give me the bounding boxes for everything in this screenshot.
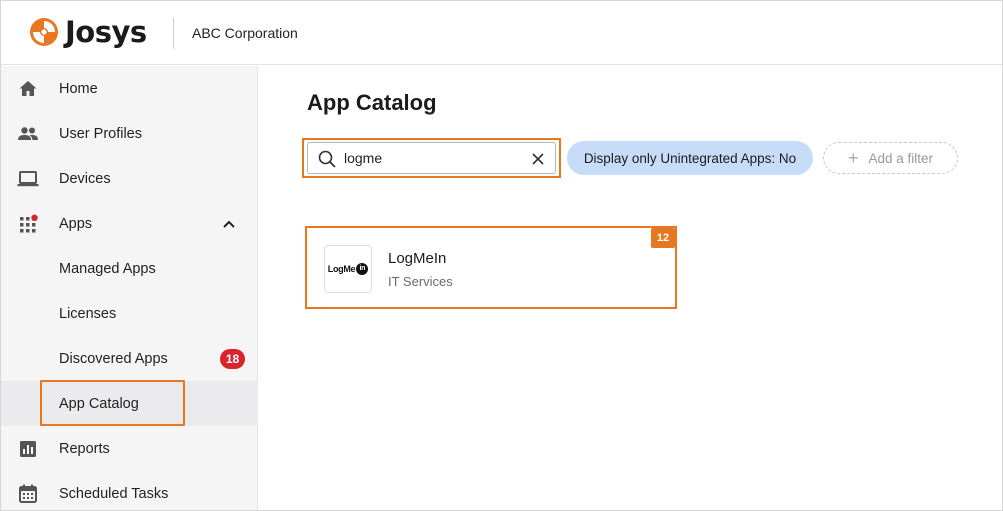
logmein-logo: LogMe in <box>324 245 372 293</box>
calendar-icon <box>17 483 39 505</box>
sidebar-item-licenses[interactable]: Licenses <box>1 291 258 336</box>
sidebar-item-label: Apps <box>59 215 93 232</box>
sidebar-item-label: Devices <box>59 170 111 187</box>
logo-in-badge: in <box>356 263 369 275</box>
josys-logo[interactable]: Josys <box>29 15 147 49</box>
sidebar-item-devices[interactable]: Devices <box>1 156 258 201</box>
top-header: Josys ABC Corporation <box>1 1 1002 65</box>
plus-icon: + <box>847 148 859 168</box>
sidebar-item-label: Scheduled Tasks <box>59 485 169 502</box>
josys-logo-icon <box>30 18 58 46</box>
people-icon <box>17 123 39 145</box>
app-category: IT Services <box>388 274 453 289</box>
logo-wordmark: LogMe <box>327 264 356 274</box>
sidebar-item-label: Licenses <box>59 305 117 322</box>
app-result-card[interactable]: LogMe in LogMeIn IT Services 12 <box>310 228 675 304</box>
sidebar-item-label: User Profiles <box>59 125 142 142</box>
search-box[interactable] <box>307 142 556 174</box>
add-filter-label: Add a filter <box>868 150 934 166</box>
sidebar-item-label: Home <box>59 80 98 97</box>
search-icon <box>318 150 336 168</box>
sidebar-item-home[interactable]: Home <box>1 66 258 111</box>
sidebar-item-label: App Catalog <box>59 395 139 412</box>
logo-text: Josys <box>65 15 147 49</box>
sidebar-item-apps[interactable]: Apps <box>1 201 258 246</box>
unintegrated-apps-filter-chip[interactable]: Display only Unintegrated Apps: No <box>567 141 813 175</box>
apps-grid-icon <box>17 213 39 235</box>
home-icon <box>17 78 39 100</box>
sidebar-item-reports[interactable]: Reports <box>1 426 258 471</box>
app-name: LogMeIn <box>388 250 447 267</box>
reports-icon <box>17 438 39 460</box>
header-divider <box>173 18 174 49</box>
sidebar-item-managed-apps[interactable]: Managed Apps <box>1 246 258 291</box>
sidebar-item-label: Reports <box>59 440 110 457</box>
page-title: App Catalog <box>307 90 437 115</box>
sidebar: Home User Profiles Devices Apps Managed … <box>1 66 258 510</box>
chevron-up-icon[interactable] <box>221 216 237 232</box>
discovered-apps-count-badge: 18 <box>220 348 245 369</box>
sidebar-item-app-catalog[interactable]: App Catalog <box>1 381 258 426</box>
sidebar-item-label: Managed Apps <box>59 260 156 277</box>
sidebar-item-label: Discovered Apps <box>59 350 168 367</box>
search-input[interactable] <box>344 146 522 170</box>
organization-name: ABC Corporation <box>192 25 298 41</box>
clear-icon[interactable] <box>531 152 545 166</box>
sidebar-item-discovered-apps[interactable]: Discovered Apps 18 <box>1 336 258 381</box>
app-count-badge: 12 <box>651 228 675 248</box>
add-filter-button[interactable]: + Add a filter <box>823 142 958 174</box>
sidebar-item-user-profiles[interactable]: User Profiles <box>1 111 258 156</box>
filter-chip-label: Display only Unintegrated Apps: No <box>583 150 797 166</box>
laptop-icon <box>17 168 39 190</box>
sidebar-item-scheduled-tasks[interactable]: Scheduled Tasks <box>1 471 258 511</box>
